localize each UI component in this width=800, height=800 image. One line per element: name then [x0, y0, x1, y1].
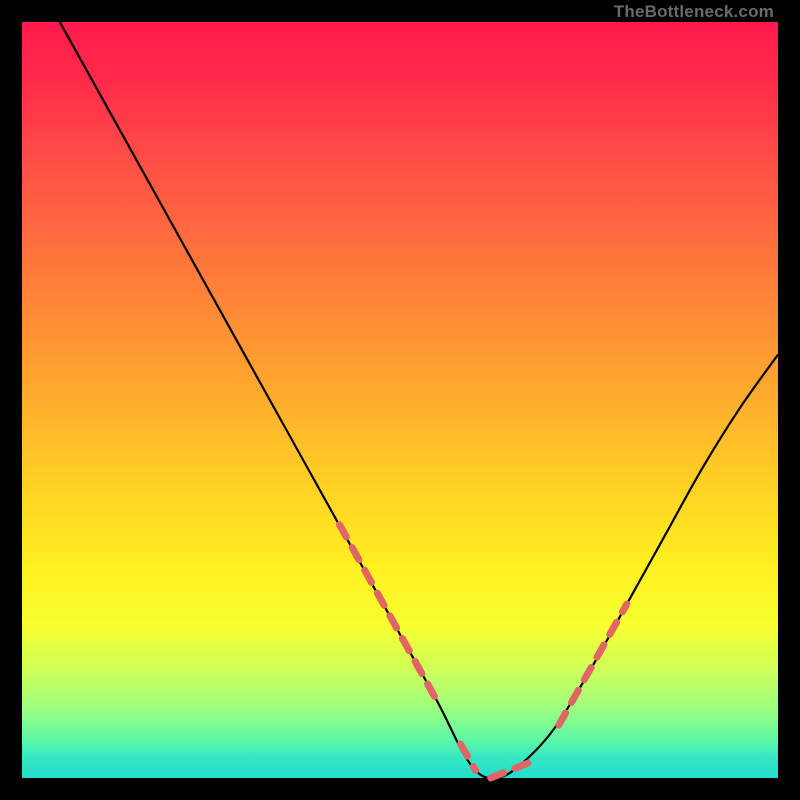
- dash-segment: [340, 525, 438, 703]
- curve-highlight-dashes: [340, 525, 627, 778]
- chart-frame: [22, 22, 778, 778]
- attribution-text: TheBottleneck.com: [614, 2, 774, 22]
- dash-segment: [491, 763, 529, 778]
- dash-segment: [460, 744, 475, 770]
- bottleneck-curve-svg: [22, 22, 778, 778]
